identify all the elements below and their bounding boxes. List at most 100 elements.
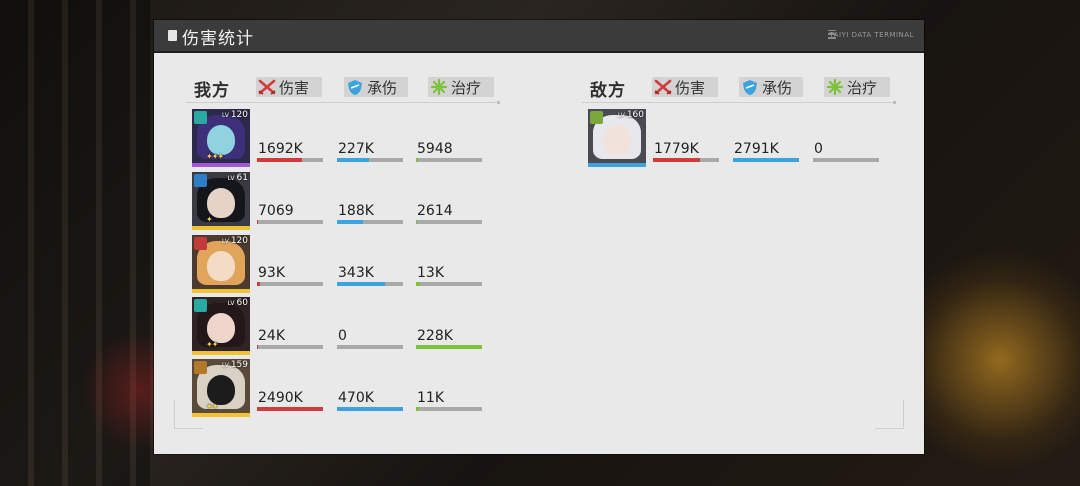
stat-damage-value: 1692K — [258, 141, 303, 157]
legend-damage-enemy: 伤害 — [652, 77, 718, 97]
stat-damage: 7069 — [257, 203, 323, 224]
stat-damage-fill — [257, 158, 302, 162]
stat-damage: 1692K — [257, 141, 323, 162]
stat-damage: 1779K — [653, 141, 719, 162]
portrait-face — [207, 313, 235, 343]
stat-heal-fill — [416, 220, 417, 224]
stat-bar — [257, 407, 323, 411]
legend-taken-enemy: 承伤 — [739, 77, 803, 97]
stat-bar — [416, 220, 482, 224]
brand-text: TAIYI DATA TERMINAL — [829, 31, 914, 39]
legend-taken-label: 承伤 — [762, 78, 793, 97]
stat-bar — [416, 282, 482, 286]
portrait-face — [207, 188, 235, 218]
enemy-avatar[interactable]: LV 160 — [588, 109, 646, 167]
portrait-face — [207, 125, 235, 155]
stat-taken-fill — [337, 158, 369, 162]
legend-heal-label: 治疗 — [847, 78, 878, 97]
legend-heal-label: 治疗 — [451, 78, 482, 97]
tower-icon — [194, 237, 207, 250]
portrait-face — [603, 125, 631, 155]
legend-damage-ours: 伤害 — [256, 77, 322, 97]
stat-damage: 2490K — [257, 390, 323, 411]
stat-damage-value: 1779K — [654, 141, 699, 157]
corner-decoration — [875, 400, 904, 429]
member-level: LV 159 — [222, 360, 248, 370]
stat-taken: 2791K — [733, 141, 799, 162]
heal-sparkle-icon — [430, 78, 448, 96]
portrait-face — [207, 375, 235, 405]
stat-bar — [257, 345, 323, 349]
stat-heal: 11K — [416, 390, 482, 411]
stat-taken: 343K — [337, 265, 403, 286]
stat-taken: 188K — [337, 203, 403, 224]
stat-heal-value: 13K — [417, 265, 444, 281]
damage-stats-panel: 伤害统计 TAIYI DATA TERMINAL 我方 伤害 承伤 治疗 敌方 — [154, 20, 924, 454]
stat-heal: 0 — [813, 141, 879, 162]
stat-taken-value: 188K — [338, 203, 374, 219]
stat-heal: 13K — [416, 265, 482, 286]
stat-bar — [257, 282, 323, 286]
stat-heal: 2614 — [416, 203, 482, 224]
stat-taken-value: 227K — [338, 141, 374, 157]
stat-bar — [257, 220, 323, 224]
stat-heal-value: 228K — [417, 328, 453, 344]
stat-taken: 0 — [337, 328, 403, 349]
heal-sparkle-icon — [826, 78, 844, 96]
member-level: LV 61 — [227, 173, 248, 183]
portrait-face — [207, 251, 235, 281]
stat-bar — [337, 345, 403, 349]
member-avatar[interactable]: LV 60 ✦✦ — [192, 297, 250, 355]
ours-label: 我方 — [194, 81, 230, 101]
gear-flower-icon — [194, 299, 207, 312]
legend-heal-ours: 治疗 — [428, 77, 494, 97]
stat-damage-fill — [257, 282, 260, 286]
star-rating-icon: ✦✦ — [206, 402, 218, 411]
stat-damage: 24K — [257, 328, 323, 349]
star-rating-icon: ✦✦✦ — [206, 152, 224, 161]
stat-heal-fill — [416, 158, 418, 162]
shield-icon — [743, 79, 757, 95]
stat-bar — [813, 158, 879, 162]
stat-bar — [653, 158, 719, 162]
stat-taken-value: 343K — [338, 265, 374, 281]
stat-taken: 227K — [337, 141, 403, 162]
stat-heal-value: 2614 — [417, 203, 453, 219]
enemy-label: 敌方 — [590, 81, 626, 101]
stat-taken-fill — [337, 407, 403, 411]
arrow-circle-icon — [194, 361, 207, 374]
stat-heal-fill — [416, 345, 482, 349]
stat-heal: 228K — [416, 328, 482, 349]
crossed-swords-icon — [654, 79, 672, 95]
gear-flower-icon — [194, 111, 207, 124]
stat-taken-fill — [337, 282, 386, 286]
stat-bar — [416, 407, 482, 411]
stat-damage-value: 93K — [258, 265, 285, 281]
stat-taken-value: 2791K — [734, 141, 779, 157]
legend-heal-enemy: 治疗 — [824, 77, 890, 97]
member-avatar[interactable]: LV 61 ✦ — [192, 172, 250, 230]
stat-heal-fill — [416, 407, 420, 411]
legend-damage-label: 伤害 — [675, 78, 706, 97]
legend-taken-ours: 承伤 — [344, 77, 408, 97]
legend-taken-label: 承伤 — [367, 78, 398, 97]
leaf-icon — [590, 111, 603, 124]
stat-damage: 93K — [257, 265, 323, 286]
stat-damage-value: 2490K — [258, 390, 303, 406]
stat-damage-fill — [257, 220, 258, 224]
star-rating-icon: ✦ — [206, 215, 213, 224]
ours-divider — [186, 101, 500, 104]
stat-taken-fill — [337, 220, 364, 224]
stat-damage-fill — [653, 158, 700, 162]
enemy-divider — [582, 101, 896, 104]
member-level: LV 60 — [227, 298, 248, 308]
member-avatar[interactable]: LV 120 ✦✦✦ — [192, 109, 250, 167]
star-rating-icon: ✦✦ — [206, 340, 218, 349]
stat-taken-value: 0 — [338, 328, 347, 344]
stat-taken: 470K — [337, 390, 403, 411]
stat-heal-value: 5948 — [417, 141, 453, 157]
stat-taken-value: 470K — [338, 390, 374, 406]
stat-damage-fill — [257, 407, 323, 411]
stat-damage-value: 7069 — [258, 203, 294, 219]
member-avatar[interactable]: LV 120 — [192, 235, 250, 293]
